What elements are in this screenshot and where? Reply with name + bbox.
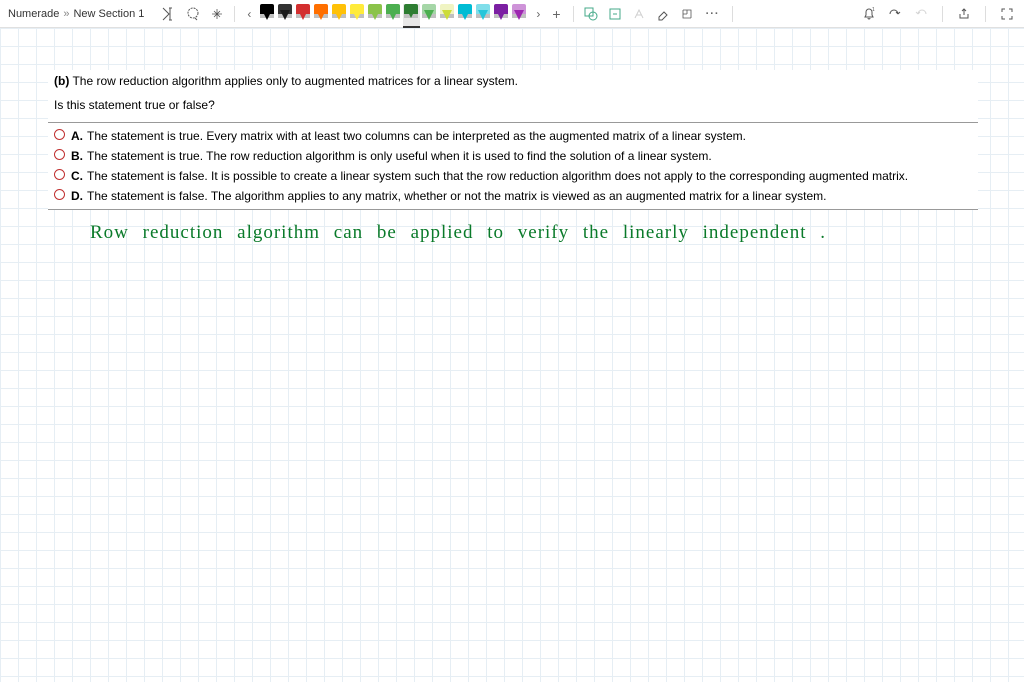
top-toolbar: Numerade » New Section 1 ‹ › + bbox=[0, 0, 1024, 28]
prev-pen-button[interactable]: ‹ bbox=[243, 7, 255, 21]
handwritten-annotation: Row reduction algorithm can be applied t… bbox=[90, 222, 826, 244]
option-letter: C. bbox=[71, 169, 83, 183]
options-list: A. The statement is true. Every matrix wi… bbox=[48, 122, 978, 210]
pen-13[interactable] bbox=[493, 4, 510, 28]
ruler-icon[interactable] bbox=[678, 5, 696, 23]
pen-2[interactable] bbox=[295, 4, 312, 28]
pen-14[interactable] bbox=[511, 4, 528, 28]
radio-icon[interactable] bbox=[54, 149, 65, 160]
separator bbox=[234, 6, 235, 22]
pen-8[interactable] bbox=[403, 4, 420, 28]
separator bbox=[573, 6, 574, 22]
pen-palette bbox=[259, 0, 528, 28]
pen-5[interactable] bbox=[349, 4, 366, 28]
option-row-A[interactable]: A. The statement is true. Every matrix wi… bbox=[48, 126, 978, 146]
selection-tools bbox=[160, 5, 226, 23]
ink-to-text-icon[interactable] bbox=[630, 5, 648, 23]
bell-icon[interactable]: 1 bbox=[860, 5, 878, 23]
option-letter: B. bbox=[71, 149, 83, 163]
next-pen-button[interactable]: › bbox=[532, 7, 544, 21]
option-row-C[interactable]: C. The statement is false. It is possible… bbox=[48, 166, 978, 186]
separator bbox=[942, 6, 943, 22]
breadcrumb-separator: » bbox=[63, 8, 69, 20]
undo-icon[interactable] bbox=[886, 5, 904, 23]
pen-7[interactable] bbox=[385, 4, 402, 28]
breadcrumb-root[interactable]: Numerade bbox=[8, 8, 59, 20]
pen-1[interactable] bbox=[277, 4, 294, 28]
pen-4[interactable] bbox=[331, 4, 348, 28]
question-block: (b) The row reduction algorithm applies … bbox=[48, 70, 978, 210]
pen-9[interactable] bbox=[421, 4, 438, 28]
option-letter: A. bbox=[71, 129, 83, 143]
svg-text:1: 1 bbox=[872, 7, 875, 13]
pen-0[interactable] bbox=[259, 4, 276, 28]
fullscreen-icon[interactable] bbox=[998, 5, 1016, 23]
lasso-select-icon[interactable] bbox=[184, 5, 202, 23]
ink-to-shape-icon[interactable] bbox=[606, 5, 624, 23]
canvas[interactable]: (b) The row reduction algorithm applies … bbox=[0, 28, 1024, 682]
radio-icon[interactable] bbox=[54, 129, 65, 140]
pen-3[interactable] bbox=[313, 4, 330, 28]
option-text: The statement is false. It is possible t… bbox=[87, 169, 908, 183]
separator bbox=[732, 6, 733, 22]
separator bbox=[985, 6, 986, 22]
question-stem: (b) The row reduction algorithm applies … bbox=[48, 70, 978, 94]
eraser-icon[interactable] bbox=[654, 5, 672, 23]
toolbar-right: 1 bbox=[860, 5, 1016, 23]
breadcrumb-section[interactable]: New Section 1 bbox=[73, 8, 144, 20]
text-cursor-icon[interactable] bbox=[160, 5, 178, 23]
option-row-D[interactable]: D. The statement is false. The algorithm … bbox=[48, 186, 978, 206]
question-stem-text: The row reduction algorithm applies only… bbox=[72, 74, 518, 88]
shape-tools: ··· bbox=[582, 5, 724, 23]
pen-6[interactable] bbox=[367, 4, 384, 28]
pen-10[interactable] bbox=[439, 4, 456, 28]
pen-12[interactable] bbox=[475, 4, 492, 28]
question-prefix: (b) bbox=[54, 74, 69, 88]
radio-icon[interactable] bbox=[54, 189, 65, 200]
option-text: The statement is true. The row reduction… bbox=[87, 149, 712, 163]
more-tools-button[interactable]: ··· bbox=[702, 8, 724, 20]
pen-11[interactable] bbox=[457, 4, 474, 28]
redo-icon[interactable] bbox=[912, 5, 930, 23]
option-row-B[interactable]: B. The statement is true. The row reducti… bbox=[48, 146, 978, 166]
option-text: The statement is true. Every matrix with… bbox=[87, 129, 746, 143]
shape-tool-icon[interactable] bbox=[582, 5, 600, 23]
option-letter: D. bbox=[71, 189, 83, 203]
add-pen-button[interactable]: + bbox=[548, 6, 564, 22]
share-icon[interactable] bbox=[955, 5, 973, 23]
breadcrumb[interactable]: Numerade » New Section 1 bbox=[8, 8, 144, 20]
option-text: The statement is false. The algorithm ap… bbox=[87, 189, 826, 203]
radio-icon[interactable] bbox=[54, 169, 65, 180]
question-prompt: Is this statement true or false? bbox=[48, 94, 978, 122]
pan-tool-icon[interactable] bbox=[208, 5, 226, 23]
